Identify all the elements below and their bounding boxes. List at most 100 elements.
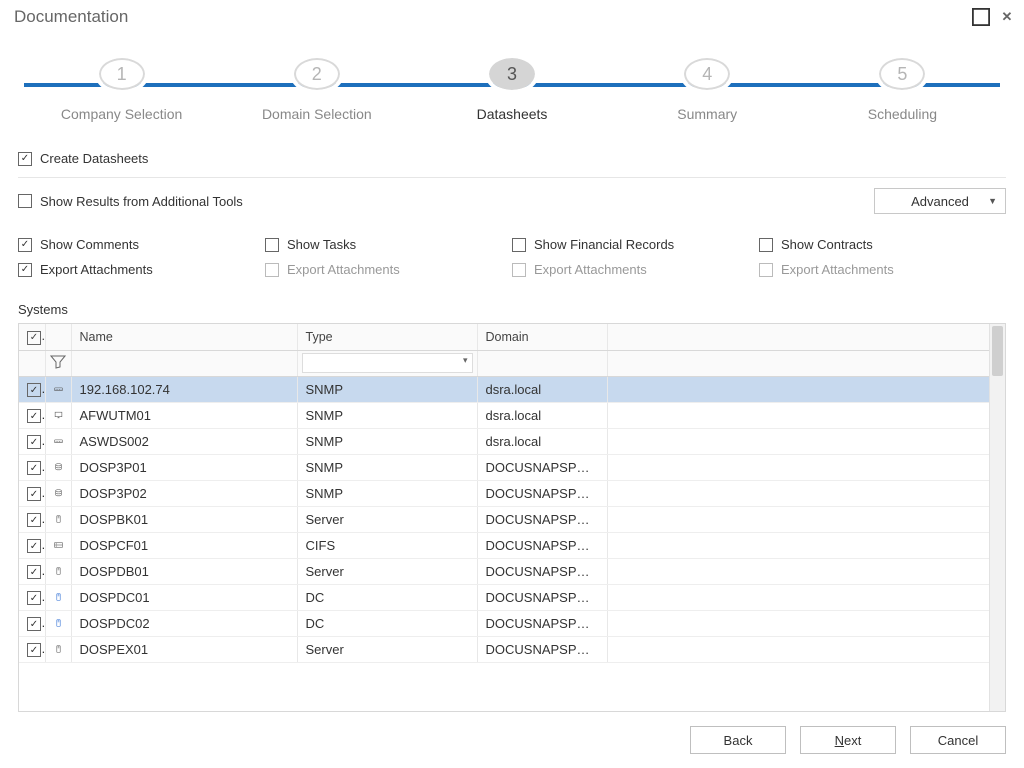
step-5[interactable]: 5 Scheduling [805, 58, 1000, 122]
cancel-button[interactable]: Cancel [910, 726, 1006, 754]
checkbox-icon [512, 263, 526, 277]
step-3[interactable]: 3 Datasheets [414, 58, 609, 122]
dc-icon [54, 585, 63, 610]
step-label: Domain Selection [262, 106, 372, 122]
step-1[interactable]: 1 Company Selection [24, 58, 219, 122]
checkbox-icon [759, 238, 773, 252]
row-checkbox[interactable] [27, 461, 41, 475]
table-row[interactable]: DOSPCF01 CIFS DOCUSNAPSPOR... [19, 532, 1005, 558]
table-row[interactable]: ASWDS002 SNMP dsra.local [19, 428, 1005, 454]
titlebar: Documentation ✕ [0, 0, 1024, 34]
row-checkbox[interactable] [27, 513, 41, 527]
table-row[interactable]: DOSPDB01 Server DOCUSNAPSPOR... [19, 558, 1005, 584]
row-checkbox[interactable] [27, 617, 41, 631]
server-icon [54, 507, 63, 532]
table-row[interactable]: DOSPDC01 DC DOCUSNAPSPOR... [19, 584, 1005, 610]
step-2[interactable]: 2 Domain Selection [219, 58, 414, 122]
dc-icon [54, 611, 63, 636]
step-label: Summary [677, 106, 737, 122]
next-button[interactable]: Next [800, 726, 896, 754]
chevron-down-icon: ▼ [988, 196, 997, 206]
advanced-button[interactable]: Advanced ▼ [874, 188, 1006, 214]
filter-domain-input[interactable] [482, 353, 603, 373]
back-button[interactable]: Back [690, 726, 786, 754]
wizard-footer: Back Next Cancel [0, 712, 1024, 768]
step-circle: 4 [684, 58, 730, 90]
row-checkbox[interactable] [27, 383, 41, 397]
row-checkbox[interactable] [27, 409, 41, 423]
option-label: Show Financial Records [534, 237, 674, 252]
cell-domain: DOCUSNAPSPOR... [477, 584, 607, 610]
row-checkbox[interactable] [27, 539, 41, 553]
cell-domain: DOCUSNAPSPOR... [477, 480, 607, 506]
cell-name: DOSP3P02 [71, 480, 297, 506]
option-checkbox[interactable]: Show Comments [18, 234, 265, 255]
checkbox-icon [18, 194, 32, 208]
cell-type: CIFS [297, 532, 477, 558]
additional-tools-checkbox[interactable]: Show Results from Additional Tools [18, 191, 874, 212]
step-4[interactable]: 4 Summary [610, 58, 805, 122]
row-checkbox[interactable] [27, 435, 41, 449]
create-datasheets-checkbox[interactable]: Create Datasheets [18, 148, 1006, 169]
header-select-all[interactable] [19, 324, 45, 350]
option-checkbox: Export Attachments [265, 259, 512, 280]
option-checkbox: Export Attachments [512, 259, 759, 280]
checkbox-icon [512, 238, 526, 252]
nas-icon [54, 533, 63, 558]
table-row[interactable]: 192.168.102.74 SNMP dsra.local [19, 376, 1005, 402]
cell-type: Server [297, 558, 477, 584]
option-checkbox[interactable]: Show Contracts [759, 234, 1006, 255]
cell-name: AFWUTM01 [71, 402, 297, 428]
systems-table: Name Type Domain [18, 323, 1006, 712]
filter-name-input[interactable] [76, 353, 293, 373]
cell-name: DOSP3P01 [71, 454, 297, 480]
cell-type: DC [297, 584, 477, 610]
option-checkbox: Export Attachments [759, 259, 1006, 280]
option-checkbox[interactable]: Export Attachments [18, 259, 265, 280]
filter-icon[interactable] [45, 350, 71, 376]
cell-domain: dsra.local [477, 428, 607, 454]
option-checkbox[interactable]: Show Financial Records [512, 234, 759, 255]
cell-domain: DOCUSNAPSPOR... [477, 610, 607, 636]
row-checkbox[interactable] [27, 565, 41, 579]
row-checkbox[interactable] [27, 643, 41, 657]
step-label: Company Selection [61, 106, 182, 122]
filter-type-dropdown[interactable] [302, 353, 473, 373]
cell-domain: DOCUSNAPSPOR... [477, 506, 607, 532]
table-row[interactable]: DOSPDC02 DC DOCUSNAPSPOR... [19, 610, 1005, 636]
step-circle: 3 [489, 58, 535, 90]
cell-type: DC [297, 610, 477, 636]
step-circle: 1 [99, 58, 145, 90]
checkbox-icon [265, 263, 279, 277]
table-row[interactable]: AFWUTM01 SNMP dsra.local [19, 402, 1005, 428]
table-row[interactable]: DOSPBK01 Server DOCUSNAPSPOR... [19, 506, 1005, 532]
scrollbar-thumb[interactable] [992, 326, 1003, 376]
table-row[interactable]: DOSPEX01 Server DOCUSNAPSPOR... [19, 636, 1005, 662]
maximize-icon[interactable] [972, 8, 990, 26]
cell-domain: dsra.local [477, 402, 607, 428]
header-name[interactable]: Name [71, 324, 297, 350]
option-label: Show Comments [40, 237, 139, 252]
checkbox-icon [18, 238, 32, 252]
row-checkbox[interactable] [27, 487, 41, 501]
table-row[interactable]: DOSP3P02 SNMP DOCUSNAPSPOR... [19, 480, 1005, 506]
db-icon [54, 455, 63, 480]
header-type[interactable]: Type [297, 324, 477, 350]
close-icon[interactable]: ✕ [998, 8, 1016, 26]
table-scrollbar[interactable] [989, 324, 1005, 711]
option-checkbox[interactable]: Show Tasks [265, 234, 512, 255]
switch-icon [54, 429, 63, 454]
cell-name: 192.168.102.74 [71, 376, 297, 402]
row-checkbox[interactable] [27, 591, 41, 605]
cell-name: DOSPDC02 [71, 610, 297, 636]
table-row[interactable]: DOSP3P01 SNMP DOCUSNAPSPOR... [19, 454, 1005, 480]
option-label: Export Attachments [534, 262, 647, 277]
header-domain[interactable]: Domain [477, 324, 607, 350]
checkbox-icon [265, 238, 279, 252]
cell-domain: DOCUSNAPSPOR... [477, 636, 607, 662]
cell-name: DOSPBK01 [71, 506, 297, 532]
cell-type: Server [297, 506, 477, 532]
step-label: Scheduling [868, 106, 937, 122]
server-icon [54, 637, 63, 662]
option-label: Export Attachments [40, 262, 153, 277]
